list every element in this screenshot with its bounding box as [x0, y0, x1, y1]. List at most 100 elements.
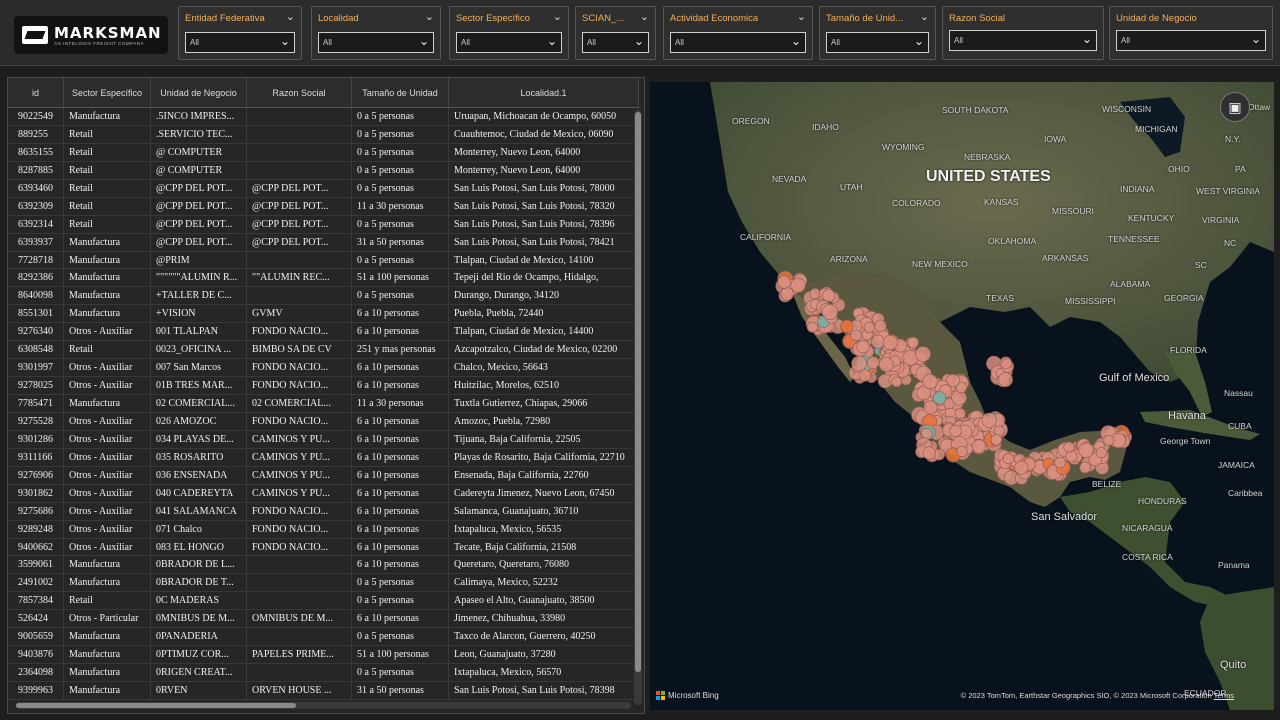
column-header[interactable]: Tamaño de Unidad	[352, 78, 449, 107]
table-row[interactable]: 9005659 Manufactura 0PANADERIA 0 a 5 person…	[8, 628, 639, 647]
location-marker[interactable]	[1095, 447, 1107, 459]
table-row[interactable]: 9311166 Otros - Auxiliar 035 ROSARITO CAMIN…	[8, 448, 639, 467]
location-marker[interactable]	[998, 372, 1013, 388]
column-header[interactable]: Localidad.1	[449, 78, 639, 107]
table-row[interactable]: 9276906 Otros - Auxiliar 036 ENSENADA CAMIN…	[8, 466, 639, 485]
location-marker[interactable]	[922, 446, 936, 460]
chevron-down-icon[interactable]: ⌄	[553, 10, 562, 23]
location-marker[interactable]	[907, 336, 919, 349]
chevron-down-icon[interactable]: ⌄	[797, 10, 806, 23]
location-marker[interactable]	[1054, 456, 1066, 469]
focus-mode-icon[interactable]: ▣	[1220, 92, 1250, 122]
location-marker[interactable]	[790, 277, 806, 293]
table-row[interactable]: 9275686 Otros - Auxiliar 041 SALAMANCA FOND…	[8, 502, 639, 521]
location-marker[interactable]	[1078, 442, 1094, 458]
location-marker[interactable]	[806, 321, 818, 333]
location-marker[interactable]	[972, 439, 987, 454]
location-marker[interactable]	[850, 329, 862, 342]
table-row[interactable]: 8287885 Retail @ COMPUTER 0 a 5 personas Mon…	[8, 161, 639, 180]
table-row[interactable]: 8635155 Retail @ COMPUTER 0 a 5 personas Mon…	[8, 143, 639, 162]
location-marker[interactable]	[856, 340, 870, 354]
location-marker[interactable]	[990, 433, 1003, 446]
slicer-dropdown[interactable]: All ⌄	[318, 32, 434, 53]
location-marker[interactable]	[954, 407, 966, 420]
chevron-down-icon[interactable]: ⌄	[920, 10, 929, 23]
slicer-dropdown[interactable]: All ⌄	[456, 32, 562, 53]
slicer-unidad-de-negocio[interactable]: Unidad de Negocio All ⌄	[1109, 6, 1273, 60]
scrollbar-thumb[interactable]	[635, 112, 641, 672]
location-marker[interactable]	[922, 374, 938, 390]
table-row[interactable]: 6392309 Retail @CPP DEL POT... @CPP DEL POT…	[8, 197, 639, 216]
location-marker[interactable]	[1002, 453, 1015, 465]
slicer-localidad[interactable]: Localidad ⌄ All ⌄	[311, 6, 441, 60]
map-visual[interactable]: OREGON IDAHO WYOMING SOUTH DAKOTA NEBRAS…	[650, 82, 1274, 710]
location-marker[interactable]	[946, 373, 960, 388]
table-row[interactable]: 7785471 Manufactura 02 COMERCIAL... 02 COME…	[8, 395, 639, 413]
location-marker[interactable]	[878, 357, 894, 372]
location-marker[interactable]	[840, 319, 854, 333]
slicer-dropdown[interactable]: All ⌄	[670, 32, 806, 53]
horizontal-scrollbar[interactable]	[16, 702, 631, 709]
vertical-scrollbar[interactable]	[634, 110, 642, 705]
table-row[interactable]: 8292386 Manufactura """"""ALUMIN R... ""ALU…	[8, 269, 639, 288]
slicer-scian[interactable]: SCIAN_... ⌄ All ⌄	[575, 6, 656, 60]
slicer-dropdown[interactable]: All ⌄	[949, 30, 1097, 51]
table-row[interactable]: 9275528 Otros - Auxiliar 026 AMOZOC FONDO N…	[8, 412, 639, 431]
table-row[interactable]: 8551301 Manufactura +VISION GVMV 6 a 10 pers…	[8, 305, 639, 324]
table-row[interactable]: 9278025 Otros - Auxiliar 01B TRES MAR... FO…	[8, 377, 639, 395]
location-marker[interactable]	[1079, 461, 1091, 474]
location-marker[interactable]	[777, 275, 791, 289]
location-marker[interactable]	[1065, 450, 1078, 463]
column-header[interactable]: Unidad de Negocio	[151, 78, 247, 107]
table-row[interactable]: 9301286 Otros - Auxiliar 034 PLAYAS DE... C…	[8, 430, 639, 449]
location-marker[interactable]	[999, 356, 1012, 369]
chevron-down-icon[interactable]: ⌄	[286, 10, 295, 23]
slicer-actividad-economica[interactable]: Actividad Economica ⌄ All ⌄	[663, 6, 813, 60]
table-row[interactable]: 6308548 Retail 0023_OFICINA ... BIMBO SA DE…	[8, 341, 639, 360]
column-header[interactable]: Razon Social	[247, 78, 352, 107]
location-marker[interactable]	[981, 412, 997, 428]
table-row[interactable]: 9276340 Otros - Auxiliar 001 TLALPAN FONDO …	[8, 323, 639, 342]
slicer-dropdown[interactable]: All ⌄	[826, 32, 929, 53]
location-marker[interactable]	[1103, 434, 1115, 446]
table-row[interactable]: 9022549 Manufactura .5INCO IMPRES... 0 a 5 …	[8, 108, 639, 126]
table-row[interactable]: 526424 Otros - Particular 0MNIBUS DE M... O…	[8, 610, 639, 629]
location-marker[interactable]	[863, 321, 875, 333]
slicer-dropdown[interactable]: All ⌄	[582, 32, 649, 53]
location-marker[interactable]	[882, 335, 898, 351]
location-marker[interactable]	[1014, 460, 1029, 475]
table-row[interactable]: 9399963 Manufactura 0RVEN ORVEN HOUSE ... 31…	[8, 682, 639, 700]
slicer-tamano-de-unidad[interactable]: Tamaño de Unid... ⌄ All ⌄	[819, 6, 936, 60]
location-marker[interactable]	[921, 427, 933, 440]
table-row[interactable]: 2491002 Manufactura 0BRADOR DE T... 0 a 5 p…	[8, 574, 639, 593]
slicer-dropdown[interactable]: All ⌄	[185, 32, 295, 53]
table-row[interactable]: 7857384 Retail 0C MADERAS 0 a 5 personas Apa…	[8, 592, 639, 611]
table-row[interactable]: 9301997 Otros - Auxiliar 007 San Marcos FON…	[8, 359, 639, 378]
location-marker[interactable]	[874, 319, 887, 332]
location-marker[interactable]	[949, 424, 962, 438]
location-marker[interactable]	[822, 289, 836, 303]
column-header[interactable]: Sector Específico	[64, 78, 151, 107]
slicer-sector-especifico[interactable]: Sector Específico ⌄ All ⌄	[449, 6, 569, 60]
location-marker[interactable]	[923, 400, 938, 415]
table-row[interactable]: 6393460 Retail @CPP DEL POT... @CPP DEL POT…	[8, 179, 639, 198]
table-row[interactable]: 9301862 Otros - Auxiliar 040 CADEREYTA CAMI…	[8, 484, 639, 503]
table-row[interactable]: 9403876 Manufactura 0PTIMUZ COR... PAPELES …	[8, 646, 639, 665]
table-row[interactable]: 8640098 Manufactura +TALLER DE C... 0 a 5 p…	[8, 287, 639, 306]
location-marker[interactable]	[851, 355, 867, 372]
slicer-dropdown[interactable]: All ⌄	[1116, 30, 1266, 51]
location-marker[interactable]	[915, 346, 931, 362]
column-header[interactable]: id	[8, 78, 64, 107]
table-row[interactable]: 6392314 Retail @CPP DEL POT... @CPP DEL POT…	[8, 215, 639, 234]
table-row[interactable]: 9289248 Otros - Auxiliar 071 Chalco FONDO N…	[8, 520, 639, 539]
table-row[interactable]: 7728718 Manufactura @PRIM 0 a 5 personas Tla…	[8, 251, 639, 270]
slicer-entidad-federativa[interactable]: Entidad Federativa ⌄ All ⌄	[178, 6, 302, 60]
terms-link[interactable]: Terms	[1214, 691, 1234, 700]
chevron-down-icon[interactable]: ⌄	[425, 10, 434, 23]
table-row[interactable]: 2364098 Manufactura 0RIGEN CREAT... 0 a 5 p…	[8, 664, 639, 682]
location-marker[interactable]	[871, 334, 885, 349]
table-row[interactable]: 6393937 Manufactura @CPP DEL POT... @CPP DE…	[8, 233, 639, 252]
location-marker[interactable]	[858, 369, 871, 382]
chevron-down-icon[interactable]: ⌄	[640, 10, 649, 23]
table-row[interactable]: 9400662 Otros - Auxiliar 083 EL HONGO FONDO…	[8, 538, 639, 557]
